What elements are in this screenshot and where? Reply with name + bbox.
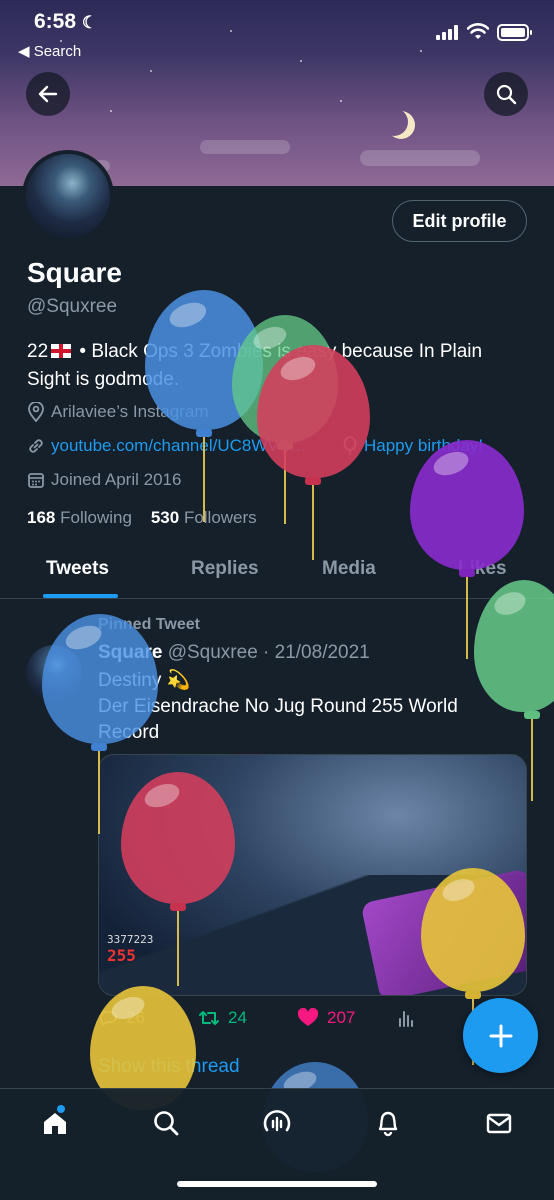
battery-icon [497,24,532,41]
search-icon [154,1111,179,1136]
analytics-icon [399,1011,413,1027]
home-icon [44,1113,66,1134]
compose-tweet-button[interactable] [463,998,538,1073]
notification-dot [57,1105,65,1113]
link-icon [29,439,43,453]
nav-search[interactable] [146,1103,186,1143]
edit-profile-button[interactable]: Edit profile [392,200,527,242]
england-flag-icon [51,344,72,358]
active-tab-indicator [43,594,118,598]
moon-icon [380,108,408,136]
back-button[interactable] [26,72,70,116]
profile-handle: @Squxree [27,296,118,317]
retweet-icon [199,1011,219,1025]
search-icon [496,84,517,105]
bell-icon [378,1111,398,1137]
nav-spaces[interactable] [257,1103,297,1143]
retweet-button[interactable]: 24 [198,1008,247,1028]
tab-replies[interactable]: Replies [191,558,259,580]
wifi-icon [467,23,489,39]
heart-icon [297,1008,319,1026]
like-button[interactable]: 207 [297,1008,355,1028]
profile-joined: Joined April 2016 [27,470,181,490]
tab-media[interactable]: Media [322,558,376,580]
mail-icon [486,1113,512,1134]
game-hud: 3377223 255 [107,933,154,965]
status-time: 6:58 ☾ [34,10,98,33]
plus-icon [489,1024,512,1047]
status-bar: 6:58 ☾ ◀ Search [0,0,554,70]
arrow-left-icon [38,85,58,103]
profile-avatar[interactable] [22,150,114,242]
search-button[interactable] [484,72,528,116]
calendar-icon [28,473,44,488]
tab-tweets[interactable]: Tweets [46,558,109,580]
profile-name: Square [27,257,122,288]
spaces-icon [263,1110,291,1132]
location-pin-icon [28,402,44,422]
following-link[interactable]: 168 Following [27,508,132,527]
nav-messages[interactable] [479,1103,519,1143]
back-to-app-link[interactable]: ◀ Search [18,42,81,60]
moon-status-icon: ☾ [81,13,98,32]
nav-notifications[interactable] [368,1103,408,1143]
analytics-button[interactable] [396,1008,416,1028]
tweet-text: Destiny 💫 Der Eisendrache No Jug Round 2… [98,670,458,743]
signal-icon [436,25,458,40]
follow-counts: 168 Following 530 Followers [27,508,257,528]
nav-home[interactable] [35,1103,75,1143]
home-indicator [177,1181,377,1187]
